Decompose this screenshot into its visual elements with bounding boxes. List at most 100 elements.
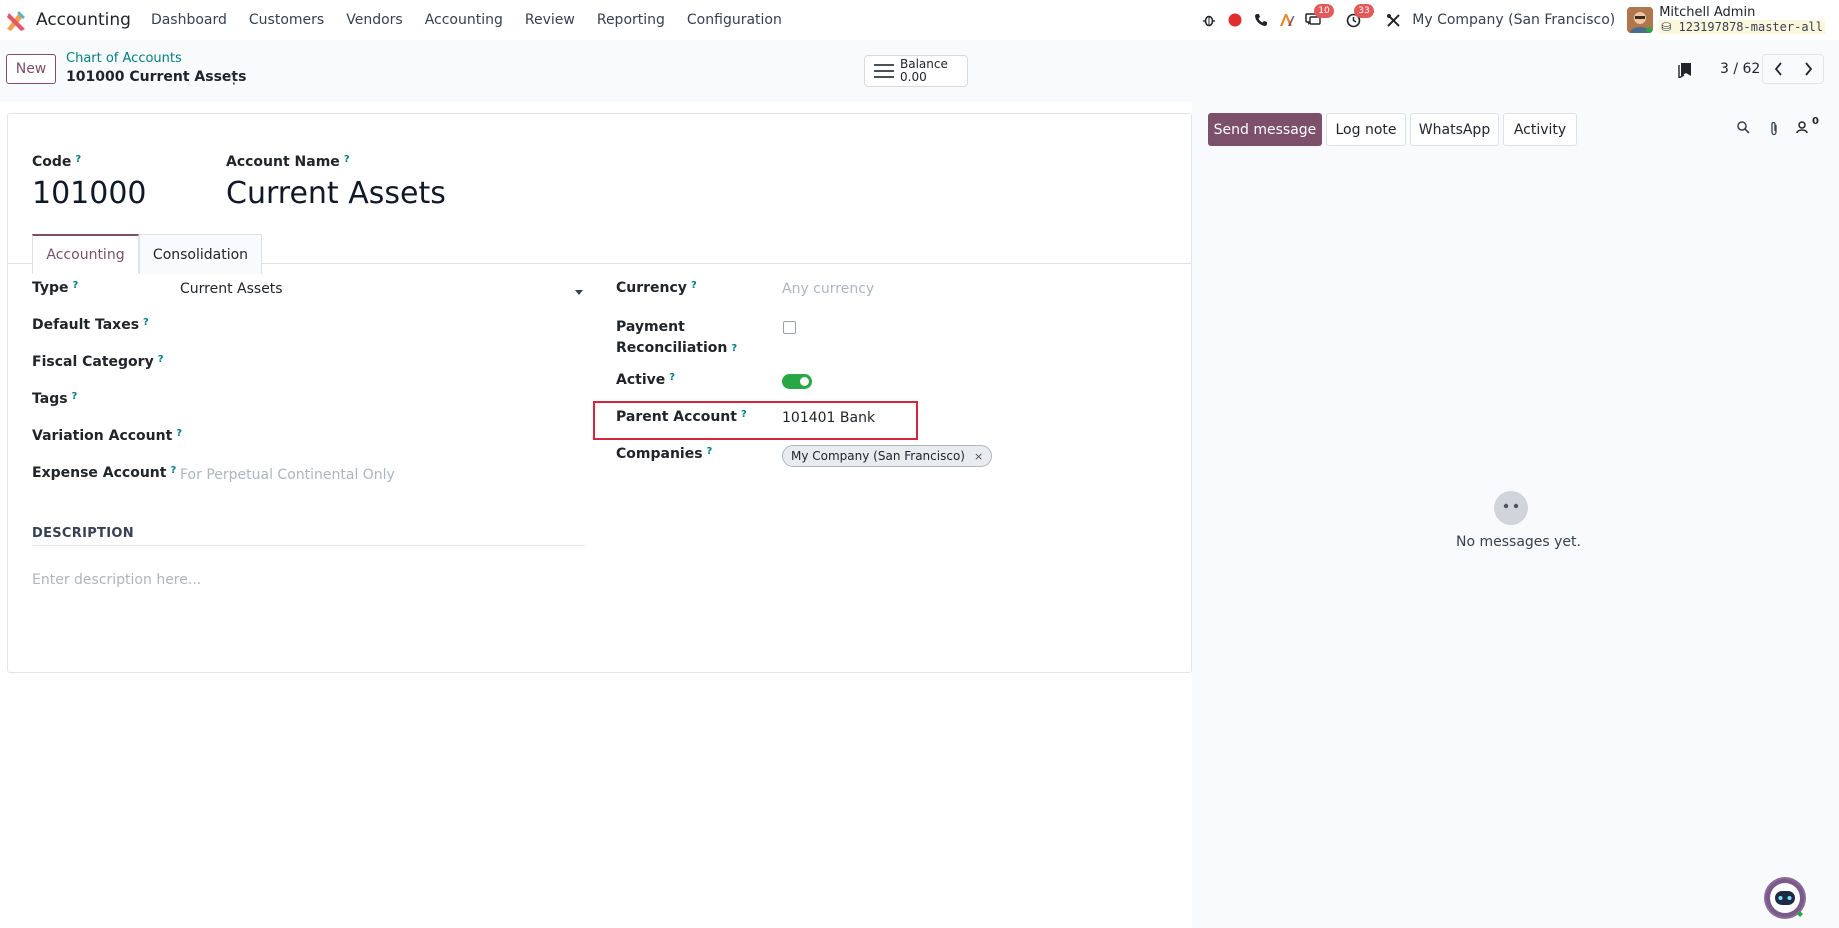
remove-tag-icon[interactable]: × [974, 450, 983, 463]
payment-reconciliation-checkbox[interactable] [783, 321, 796, 334]
new-button[interactable]: New [6, 54, 56, 84]
help-icon[interactable]: ? [72, 391, 78, 402]
pager-next-icon[interactable] [1793, 55, 1823, 83]
chevron-down-icon[interactable] [575, 290, 583, 295]
account-name-input[interactable]: Current Assets [226, 176, 446, 211]
messages-badge: 10 [1314, 4, 1334, 18]
database-label: 123197878-master-all [1678, 20, 1824, 34]
company-tag[interactable]: My Company (San Francisco) × [782, 445, 993, 467]
database-name: ⛁ 123197878-master-all [1659, 20, 1825, 34]
description-divider [32, 545, 585, 546]
pager-buttons [1762, 54, 1824, 84]
breadcrumb-parent[interactable]: Chart of Accounts [66, 51, 182, 66]
menu-review[interactable]: Review [525, 12, 575, 28]
active-label: Active? [616, 372, 675, 388]
pager-value[interactable]: 3 / 62 [1720, 61, 1760, 77]
navbar-systray: 10 33 My Company (San Francisco) Mitchel… [1196, 0, 1825, 40]
code-input[interactable]: 101000 [32, 176, 147, 211]
menu-reporting[interactable]: Reporting [597, 12, 665, 28]
help-icon[interactable]: ? [73, 280, 79, 291]
empty-messages-text: No messages yet. [1456, 534, 1581, 550]
help-icon[interactable]: ? [707, 446, 713, 457]
top-navbar: Accounting Dashboard Customers Vendors A… [0, 0, 1839, 40]
paperclip-icon[interactable] [1769, 121, 1779, 140]
recording-icon[interactable] [1222, 8, 1248, 32]
empty-messages-icon [1493, 491, 1529, 529]
search-icon[interactable] [1737, 121, 1750, 138]
log-note-button[interactable]: Log note [1326, 113, 1406, 146]
menu-vendors[interactable]: Vendors [346, 12, 402, 28]
help-icon[interactable]: ? [669, 372, 675, 383]
payment-label-line-1: Payment [616, 319, 685, 335]
type-label: Type? [32, 280, 78, 296]
type-select[interactable]: Current Assets [180, 281, 283, 297]
payment-label-line-2: Reconciliation [616, 340, 728, 356]
currency-input[interactable]: Any currency [782, 281, 874, 297]
whatsapp-button[interactable]: WhatsApp [1410, 113, 1499, 146]
balance-value: 0.00 [900, 70, 927, 84]
variation-account-label: Variation Account? [32, 428, 182, 444]
menu-configuration[interactable]: Configuration [687, 12, 782, 28]
default-taxes-label: Default Taxes? [32, 317, 149, 333]
menu-dashboard[interactable]: Dashboard [151, 12, 227, 28]
variation-account-label-text: Variation Account [32, 428, 173, 444]
parent-account-input[interactable]: 101401 Bank [782, 410, 875, 426]
code-label-text: Code [32, 154, 72, 170]
phone-icon[interactable] [1248, 8, 1274, 32]
companies-label-text: Companies [616, 446, 703, 462]
parent-account-label: Parent Account? [616, 409, 747, 425]
company-tag-label: My Company (San Francisco) [791, 449, 965, 463]
tags-label-text: Tags [32, 391, 68, 407]
user-name: Mitchell Admin [1659, 5, 1756, 20]
help-icon[interactable]: ? [170, 465, 176, 476]
pager-previous-icon[interactable] [1763, 55, 1793, 83]
help-icon[interactable]: ? [741, 409, 747, 420]
active-toggle[interactable] [782, 374, 812, 389]
expense-account-label: Expense Account? [32, 465, 176, 481]
actions-menu-icon[interactable]: ⋮ [226, 68, 242, 87]
account-name-label-text: Account Name [226, 154, 340, 170]
balance-smart-button[interactable]: Balance 0.00 [864, 55, 968, 87]
bookmark-icon[interactable] [1678, 62, 1692, 82]
help-icon[interactable]: ? [143, 317, 149, 328]
bug-icon[interactable] [1196, 8, 1222, 32]
tab-consolidation[interactable]: Consolidation [139, 234, 262, 274]
activities-icon[interactable]: 33 [1340, 4, 1374, 32]
messages-icon[interactable]: 10 [1300, 4, 1334, 32]
help-icon[interactable]: ? [75, 154, 81, 165]
livechat-bot-icon[interactable] [1764, 877, 1806, 919]
companies-label: Companies? [616, 446, 712, 462]
tags-label: Tags? [32, 391, 77, 407]
expense-account-label-text: Expense Account [32, 465, 167, 481]
default-taxes-label-text: Default Taxes [32, 317, 140, 333]
user-menu[interactable]: Mitchell Admin ⛁ 123197878-master-all [1659, 6, 1825, 34]
apps-menu-icon[interactable] [5, 9, 27, 31]
user-avatar[interactable] [1627, 7, 1654, 33]
help-icon[interactable]: ? [176, 428, 182, 439]
description-input[interactable]: Enter description here... [32, 572, 201, 588]
active-label-text: Active [616, 372, 666, 388]
ai-icon[interactable] [1274, 8, 1300, 32]
menu-customers[interactable]: Customers [249, 12, 324, 28]
parent-account-label-text: Parent Account [616, 409, 737, 425]
send-message-button[interactable]: Send message [1208, 113, 1322, 146]
help-icon[interactable]: ? [158, 354, 164, 365]
help-icon[interactable]: ? [731, 343, 737, 354]
payment-reconciliation-label: Payment Reconciliation? [616, 317, 737, 359]
activity-button[interactable]: Activity [1503, 113, 1577, 146]
notebook-tabs: Accounting Consolidation [8, 224, 1191, 274]
menu-accounting[interactable]: Accounting [425, 12, 503, 28]
followers-icon[interactable] [1796, 121, 1810, 138]
expense-account-input[interactable]: For Perpetual Continental Only [180, 467, 395, 483]
database-icon: ⛁ [1661, 20, 1679, 34]
breadcrumb-current: 101000 Current Assets [66, 69, 247, 85]
tools-icon[interactable] [1380, 8, 1406, 32]
help-icon[interactable]: ? [344, 154, 350, 165]
tab-accounting[interactable]: Accounting [32, 234, 139, 274]
account-name-label: Account Name? [226, 154, 350, 170]
app-name[interactable]: Accounting [36, 10, 131, 30]
company-switcher[interactable]: My Company (San Francisco) [1412, 12, 1615, 28]
fiscal-category-label-text: Fiscal Category [32, 354, 154, 370]
list-icon [874, 64, 894, 78]
help-icon[interactable]: ? [691, 280, 697, 291]
